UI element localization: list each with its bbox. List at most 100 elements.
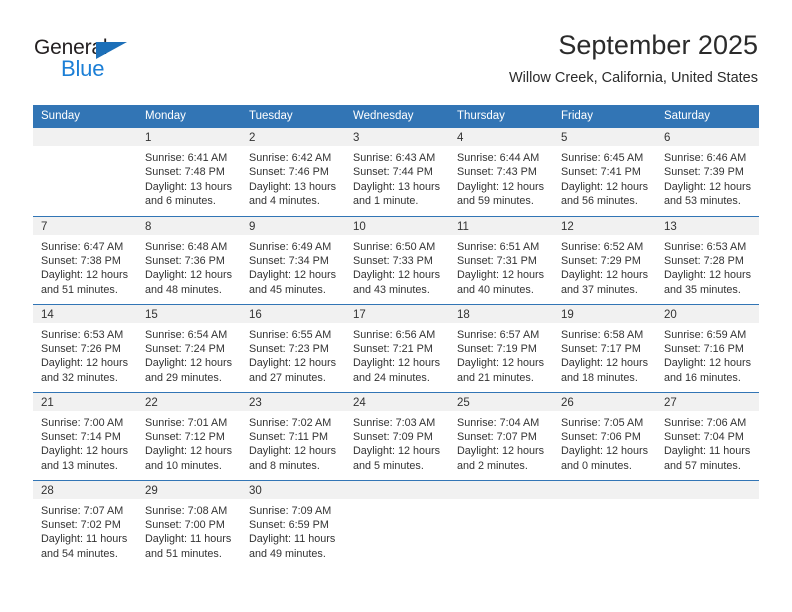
daylight-duration-line2: and 49 minutes. [249, 547, 326, 560]
daylight-duration-line2: and 6 minutes. [145, 195, 216, 208]
sunset-time: Sunset: 7:48 PM [145, 166, 225, 179]
calendar-day-cell[interactable]: 18 Sunrise: 6:57 AM Sunset: 7:19 PM Dayligh… [449, 303, 553, 392]
weekday-header-thursday: Thursday [449, 105, 553, 128]
daylight-duration-line2: and 29 minutes. [145, 371, 222, 384]
sunrise-time: Sunrise: 6:42 AM [249, 152, 332, 164]
daylight-duration-line2: and 57 minutes. [664, 459, 741, 472]
day-details: Sunrise: 6:46 AM Sunset: 7:39 PM Daylight:… [656, 146, 759, 209]
calendar-day-cell[interactable]: 10 Sunrise: 6:50 AM Sunset: 7:33 PM Dayligh… [345, 215, 449, 304]
day-details: Sunrise: 6:45 AM Sunset: 7:41 PM Daylight:… [553, 146, 656, 209]
daylight-duration-line1: Daylight: 12 hours [664, 269, 752, 282]
daylight-duration-line1: Daylight: 12 hours [145, 445, 233, 458]
day-details: Sunrise: 6:54 AM Sunset: 7:24 PM Daylight:… [137, 323, 241, 386]
daylight-duration-line1: Daylight: 12 hours [561, 180, 649, 193]
sunrise-time: Sunrise: 7:01 AM [145, 416, 228, 429]
daylight-duration-line1: Daylight: 13 hours [353, 180, 441, 193]
daylight-duration-line2: and 35 minutes. [664, 283, 741, 296]
calendar-week-row: 1 Sunrise: 6:41 AM Sunset: 7:48 PM Daylight… [33, 128, 759, 216]
sunrise-time: Sunrise: 7:05 AM [561, 416, 644, 429]
sunset-time: Sunset: 7:07 PM [457, 430, 537, 443]
day-number: 20 [656, 304, 759, 323]
calendar-week-row: 7 Sunrise: 6:47 AM Sunset: 7:38 PM Daylight… [33, 215, 759, 304]
day-number: 23 [241, 392, 345, 411]
daylight-duration-line1: Daylight: 13 hours [145, 180, 233, 193]
calendar-day-cell[interactable]: 9 Sunrise: 6:49 AM Sunset: 7:34 PM Daylight… [241, 215, 345, 304]
day-number: 28 [33, 480, 137, 499]
calendar-day-cell[interactable]: 23 Sunrise: 7:02 AM Sunset: 7:11 PM Dayligh… [241, 391, 345, 480]
sunrise-time: Sunrise: 7:07 AM [41, 504, 124, 517]
sunset-time: Sunset: 7:31 PM [457, 254, 537, 267]
day-number: 9 [241, 216, 345, 235]
day-number: 29 [137, 480, 241, 499]
sunset-time: Sunset: 7:21 PM [353, 342, 433, 355]
general-blue-logo[interactable]: General Blue [34, 36, 174, 82]
daylight-duration-line1: Daylight: 12 hours [145, 357, 233, 370]
day-number: 10 [345, 216, 449, 235]
day-number: 13 [656, 216, 759, 235]
sunset-time: Sunset: 7:34 PM [249, 254, 329, 267]
calendar-day-cell[interactable]: 28 Sunrise: 7:07 AM Sunset: 7:02 PM Dayligh… [33, 479, 137, 568]
sunset-time: Sunset: 7:43 PM [457, 166, 537, 179]
daylight-duration-line2: and 5 minutes. [353, 459, 424, 472]
sunrise-time: Sunrise: 7:03 AM [353, 416, 436, 429]
calendar-day-cell[interactable]: 11 Sunrise: 6:51 AM Sunset: 7:31 PM Dayligh… [449, 215, 553, 304]
calendar-day-cell[interactable]: 19 Sunrise: 6:58 AM Sunset: 7:17 PM Dayligh… [553, 303, 656, 392]
sunset-time: Sunset: 7:00 PM [145, 518, 225, 531]
sunset-time: Sunset: 7:09 PM [353, 430, 433, 443]
daylight-duration-line2: and 56 minutes. [561, 195, 638, 208]
calendar-day-cell[interactable]: 24 Sunrise: 7:03 AM Sunset: 7:09 PM Dayligh… [345, 391, 449, 480]
daylight-duration-line1: Daylight: 12 hours [145, 269, 233, 282]
calendar-day-cell[interactable]: 22 Sunrise: 7:01 AM Sunset: 7:12 PM Dayligh… [137, 391, 241, 480]
calendar-day-cell[interactable]: 4 Sunrise: 6:44 AM Sunset: 7:43 PM Daylight… [449, 128, 553, 216]
day-details: Sunrise: 6:59 AM Sunset: 7:16 PM Daylight:… [656, 323, 759, 386]
calendar-day-cell[interactable]: 12 Sunrise: 6:52 AM Sunset: 7:29 PM Dayligh… [553, 215, 656, 304]
calendar-day-cell[interactable]: 5 Sunrise: 6:45 AM Sunset: 7:41 PM Daylight… [553, 128, 656, 216]
day-number: 2 [241, 128, 345, 146]
daylight-duration-line2: and 40 minutes. [457, 283, 534, 296]
daylight-duration-line1: Daylight: 11 hours [664, 445, 751, 458]
calendar-day-cell[interactable]: 29 Sunrise: 7:08 AM Sunset: 7:00 PM Dayligh… [137, 479, 241, 568]
day-number: 22 [137, 392, 241, 411]
calendar-day-cell[interactable]: 20 Sunrise: 6:59 AM Sunset: 7:16 PM Dayligh… [656, 303, 759, 392]
day-details: Sunrise: 6:58 AM Sunset: 7:17 PM Daylight:… [553, 323, 656, 386]
calendar-day-cell[interactable]: 8 Sunrise: 6:48 AM Sunset: 7:36 PM Daylight… [137, 215, 241, 304]
day-number: 6 [656, 128, 759, 146]
calendar-day-cell[interactable]: 14 Sunrise: 6:53 AM Sunset: 7:26 PM Dayligh… [33, 303, 137, 392]
daylight-duration-line2: and 32 minutes. [41, 371, 118, 384]
day-number: 14 [33, 304, 137, 323]
sunset-time: Sunset: 7:46 PM [249, 166, 329, 179]
calendar-day-cell[interactable]: 6 Sunrise: 6:46 AM Sunset: 7:39 PM Daylight… [656, 128, 759, 216]
daylight-duration-line2: and 45 minutes. [249, 283, 326, 296]
calendar-day-cell-empty [656, 479, 759, 568]
calendar-day-cell[interactable]: 3 Sunrise: 6:43 AM Sunset: 7:44 PM Daylight… [345, 128, 449, 216]
calendar-day-cell[interactable]: 13 Sunrise: 6:53 AM Sunset: 7:28 PM Dayligh… [656, 215, 759, 304]
sunrise-time: Sunrise: 6:56 AM [353, 328, 436, 341]
calendar-day-cell[interactable]: 30 Sunrise: 7:09 AM Sunset: 6:59 PM Dayligh… [241, 479, 345, 568]
weekday-header-friday: Friday [553, 105, 656, 128]
calendar-day-cell[interactable]: 1 Sunrise: 6:41 AM Sunset: 7:48 PM Daylight… [137, 128, 241, 216]
day-number: 12 [553, 216, 656, 235]
day-number [345, 480, 449, 499]
calendar-week-row: 21 Sunrise: 7:00 AM Sunset: 7:14 PM Dayligh… [33, 391, 759, 480]
calendar-day-cell[interactable]: 17 Sunrise: 6:56 AM Sunset: 7:21 PM Dayligh… [345, 303, 449, 392]
calendar-day-cell[interactable]: 7 Sunrise: 6:47 AM Sunset: 7:38 PM Daylight… [33, 215, 137, 304]
sunrise-time: Sunrise: 6:44 AM [457, 152, 540, 164]
daylight-duration-line2: and 24 minutes. [353, 371, 430, 384]
sunrise-time: Sunrise: 6:45 AM [561, 152, 644, 164]
daylight-duration-line1: Daylight: 12 hours [41, 357, 129, 370]
sunset-time: Sunset: 7:39 PM [664, 166, 744, 179]
day-details: Sunrise: 6:51 AM Sunset: 7:31 PM Daylight:… [449, 235, 553, 298]
day-number: 3 [345, 128, 449, 146]
calendar-day-cell[interactable]: 26 Sunrise: 7:05 AM Sunset: 7:06 PM Dayligh… [553, 391, 656, 480]
daylight-duration-line1: Daylight: 12 hours [457, 445, 545, 458]
calendar-day-cell[interactable]: 2 Sunrise: 6:42 AM Sunset: 7:46 PM Daylight… [241, 128, 345, 216]
calendar-day-cell[interactable]: 21 Sunrise: 7:00 AM Sunset: 7:14 PM Dayligh… [33, 391, 137, 480]
daylight-duration-line2: and 16 minutes. [664, 371, 741, 384]
calendar-day-cell[interactable]: 27 Sunrise: 7:06 AM Sunset: 7:04 PM Dayligh… [656, 391, 759, 480]
calendar-day-cell[interactable]: 16 Sunrise: 6:55 AM Sunset: 7:23 PM Dayligh… [241, 303, 345, 392]
calendar-day-cell[interactable]: 25 Sunrise: 7:04 AM Sunset: 7:07 PM Dayligh… [449, 391, 553, 480]
daylight-duration-line1: Daylight: 12 hours [664, 357, 752, 370]
calendar-day-cell[interactable]: 15 Sunrise: 6:54 AM Sunset: 7:24 PM Dayligh… [137, 303, 241, 392]
daylight-duration-line1: Daylight: 12 hours [561, 445, 649, 458]
page-header: General Blue September 2025 Willow Creek… [0, 0, 792, 100]
